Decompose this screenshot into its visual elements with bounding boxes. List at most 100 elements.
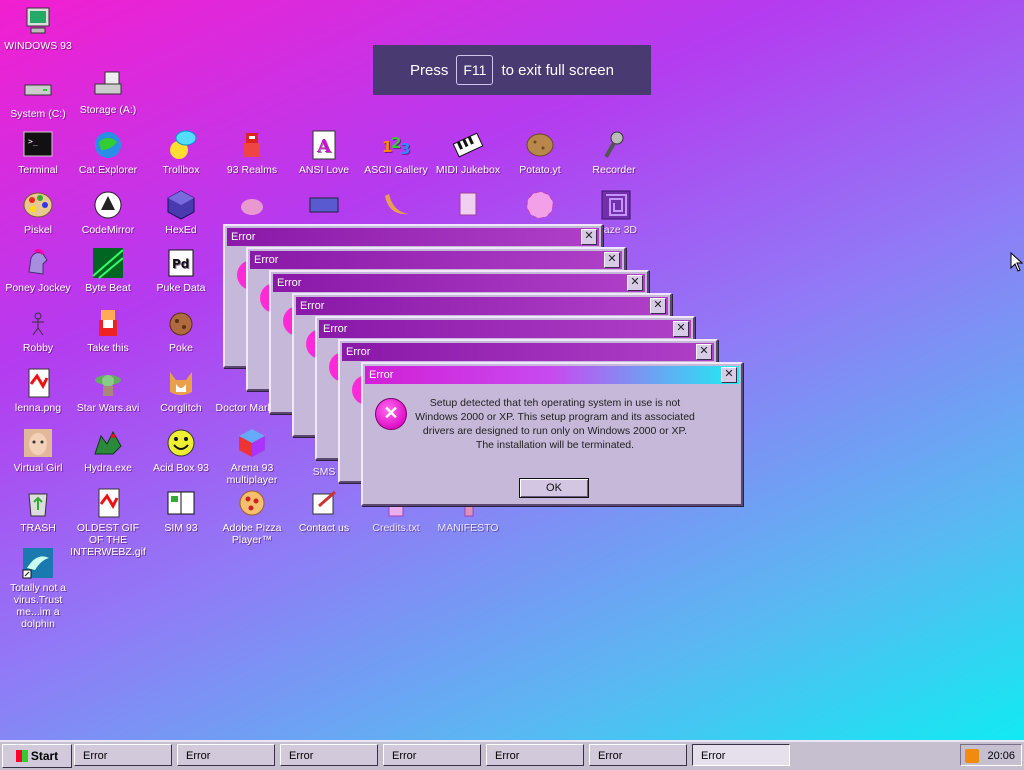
dialog-title-bar[interactable]: Error ✕: [296, 297, 668, 315]
letter-a-icon: A: [312, 130, 336, 160]
image-file-icon: [28, 368, 50, 398]
terminal-icon: >_: [23, 131, 53, 157]
corgi-icon: [170, 372, 192, 395]
byte-beat-icon: [92, 248, 124, 279]
taskbar-button-error-6[interactable]: Error: [589, 744, 687, 766]
desktop-icon-lenna[interactable]: lenna.png: [0, 366, 76, 414]
desktop-icon-hydra[interactable]: Hydra.exe: [70, 426, 146, 474]
desktop-icon-potato-yt[interactable]: Potato.yt: [502, 128, 578, 176]
desktop-icon-robby[interactable]: Robby: [0, 306, 76, 354]
knight-icon: [244, 133, 260, 157]
fullscreen-tip-after: to exit full screen: [501, 61, 614, 79]
close-icon[interactable]: ✕: [627, 275, 643, 291]
f11-key: F11: [456, 55, 494, 85]
taskbar-button-error-1[interactable]: Error: [74, 744, 172, 766]
dialog-title-bar[interactable]: Error ✕: [342, 343, 714, 361]
desktop-icon-puke-data[interactable]: Pd Puke Data: [143, 246, 219, 294]
desktop-icon-contact-us[interactable]: Contact us: [286, 486, 362, 534]
close-icon[interactable]: ✕: [650, 298, 666, 314]
pony-icon: [28, 248, 48, 275]
desktop-icon-poke[interactable]: Poke: [143, 306, 219, 354]
stick-figure-icon: [32, 312, 44, 336]
palette-icon: [23, 192, 53, 218]
system-tray: 20:06: [960, 744, 1022, 766]
desktop-icon-byte-beat[interactable]: Byte Beat: [70, 246, 146, 294]
start-button[interactable]: Start: [2, 744, 72, 768]
taskbar-button-error-2[interactable]: Error: [177, 744, 275, 766]
desktop-icon-take-this[interactable]: Take this: [70, 306, 146, 354]
fullscreen-tip-before: Press: [410, 61, 449, 79]
close-icon[interactable]: ✕: [696, 344, 712, 360]
desktop-icon-arena-93[interactable]: Arena 93 multiplayer: [214, 426, 290, 486]
close-icon[interactable]: ✕: [581, 229, 597, 245]
dialog-title-bar[interactable]: Error ✕: [273, 274, 645, 292]
dialog-title-bar[interactable]: Error ✕: [365, 366, 739, 384]
desktop-icon-audio[interactable]: [430, 188, 506, 224]
desktop-icon-banana[interactable]: [358, 188, 434, 224]
desktop-icon-trollbox[interactable]: Trollbox: [143, 128, 219, 176]
recycle-bin-icon: [28, 493, 48, 517]
desktop-icon-recorder[interactable]: Recorder: [576, 128, 652, 176]
desktop-icon-windows93[interactable]: WINDOWS 93: [0, 4, 76, 52]
desktop-icon-cat-explorer[interactable]: Cat Explorer: [70, 128, 146, 176]
old-man-icon: [99, 310, 117, 336]
desktop-icon-keyboard[interactable]: [286, 188, 362, 224]
chat-bubble-icon: [170, 130, 197, 159]
floppy-drive-icon: [94, 71, 122, 95]
cookie-icon: [169, 312, 193, 336]
svg-text:Pd: Pd: [172, 257, 189, 271]
desktop-icon-virtual-girl[interactable]: Virtual Girl: [0, 426, 76, 474]
dialog-title-bar[interactable]: Error ✕: [250, 251, 622, 269]
close-icon[interactable]: ✕: [604, 252, 620, 268]
taskbar-button-error-5[interactable]: Error: [486, 744, 584, 766]
error-dialog-front[interactable]: Error ✕ ✕ Setup detected that teh operati…: [361, 362, 743, 506]
desktop-icon-system-c[interactable]: System (C:): [0, 72, 76, 120]
svg-text:A: A: [316, 136, 332, 157]
cube-icon: [167, 190, 195, 220]
desktop-icon-star-wars[interactable]: Star Wars.avi: [70, 366, 146, 414]
ok-button[interactable]: OK: [519, 478, 589, 498]
dialog-title-bar[interactable]: Error ✕: [227, 228, 599, 246]
mail-pen-icon: [312, 490, 336, 515]
desktop-icon-oldest-gif[interactable]: OLDEST GIF OF THE INTERWEBZ.gif: [70, 486, 146, 558]
desktop-icon-corglitch[interactable]: Corglitch: [143, 366, 219, 414]
taskbar-button-error-7[interactable]: Error: [692, 744, 790, 766]
desktop-icon-piskel[interactable]: Piskel: [0, 188, 76, 236]
desktop-icon-ansi-love[interactable]: A ANSI Love: [286, 128, 362, 176]
desktop-icon-storage-a[interactable]: Storage (A:): [70, 68, 146, 116]
desktop-icon-poney-jockey[interactable]: Poney Jockey: [0, 246, 76, 294]
desktop-icon-sim-93[interactable]: SIM 93: [143, 486, 219, 534]
gif-file-icon: [98, 488, 120, 518]
taskbar-button-error-3[interactable]: Error: [280, 744, 378, 766]
desktop-icon-trash[interactable]: TRASH: [0, 486, 76, 534]
windows-logo-icon: [15, 750, 28, 762]
close-icon[interactable]: ✕: [673, 321, 689, 337]
close-icon[interactable]: ✕: [721, 367, 737, 383]
error-x-icon: ✕: [375, 398, 407, 430]
keyboard-icon: [309, 197, 339, 213]
desktop-icon-teapot[interactable]: [214, 188, 290, 224]
desktop-icon-midi-jukebox[interactable]: MIDI Jukebox: [430, 128, 506, 176]
desktop-icon-hexed[interactable]: HexEd: [143, 188, 219, 236]
dialog-title-bar[interactable]: Error ✕: [319, 320, 691, 338]
pizza-icon: [239, 490, 265, 516]
taskbar-button-error-4[interactable]: Error: [383, 744, 481, 766]
desktop-icon-dolphin[interactable]: Totally not a virus.Trust me...im a dolp…: [0, 546, 76, 630]
taskbar: Start Error Error Error Error Error Erro…: [0, 740, 1024, 770]
svg-text:3: 3: [400, 140, 410, 158]
desktop-icon-acid-box[interactable]: Acid Box 93: [143, 426, 219, 474]
desktop-icon-93-realms[interactable]: 93 Realms: [214, 128, 290, 176]
desktop-icon-terminal[interactable]: >_ Terminal: [0, 128, 76, 176]
piano-keys-icon: [452, 132, 484, 158]
rss-icon[interactable]: [965, 749, 979, 763]
codemirror-icon: [94, 191, 122, 219]
microphone-icon: [604, 131, 624, 158]
globe-cat-icon: [95, 132, 121, 158]
desktop-icon-ball[interactable]: [502, 188, 578, 224]
desktop-icon-adobe-pizza[interactable]: Adobe Pizza Player™: [214, 486, 290, 546]
pd-icon: Pd: [168, 249, 194, 277]
desktop: Press F11 to exit full screen WINDOWS 93…: [0, 0, 1024, 740]
desktop-icon-codemirror[interactable]: CodeMirror: [70, 188, 146, 236]
desktop-icon-ascii-gallery[interactable]: 123 ASCII Gallery: [358, 128, 434, 176]
fullscreen-tip: Press F11 to exit full screen: [373, 45, 651, 95]
